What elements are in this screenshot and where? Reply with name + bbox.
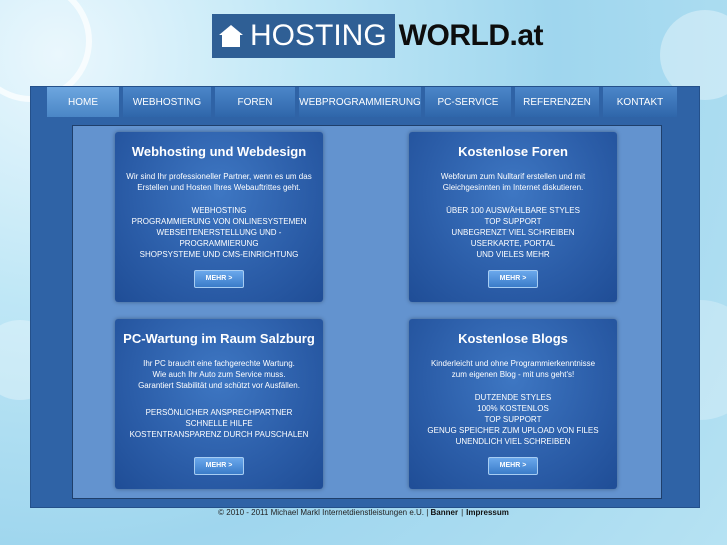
- box-title: Kostenlose Foren: [458, 144, 568, 159]
- mehr-button-webhosting[interactable]: MEHR >: [194, 270, 244, 288]
- feature-line: KOSTENTRANSPARENZ DURCH PAUSCHALEN: [129, 430, 309, 439]
- feature-line: SHOPSYSTEME UND CMS-EINRICHTUNG: [139, 250, 299, 259]
- box-title: PC-Wartung im Raum Salzburg: [123, 331, 315, 346]
- box-features: DUTZENDE STYLES 100% KOSTENLOS TOP SUPPO…: [413, 392, 613, 447]
- service-box-foren: Kostenlose Foren Webforum zum Nulltarif …: [409, 132, 617, 302]
- footer-copyright: © 2010 - 2011 Michael Markl Internetdien…: [218, 508, 429, 517]
- desc-line: Ihr PC braucht eine fachgerechte Wartung…: [143, 359, 295, 368]
- logo-left-text: HOSTING: [250, 19, 387, 52]
- nav-item-home[interactable]: HOME: [47, 87, 119, 117]
- feature-line: UNENDLICH VIEL SCHREIBEN: [455, 437, 571, 446]
- content-area: Webhosting und Webdesign Wir sind Ihr pr…: [72, 125, 662, 499]
- logo-world: WORLD .at: [395, 14, 544, 58]
- box-features: ÜBER 100 AUSWÄHLBARE STYLES TOP SUPPORT …: [413, 205, 613, 260]
- box-description: Ihr PC braucht eine fachgerechte Wartung…: [121, 358, 317, 391]
- service-box-pc-wartung: PC-Wartung im Raum Salzburg Ihr PC brauc…: [115, 319, 323, 489]
- nav-item-webprogrammierung[interactable]: WEBPROGRAMMIERUNG: [299, 87, 421, 117]
- mehr-button-pc-wartung[interactable]: MEHR >: [194, 457, 244, 475]
- logo-hosting: HOSTING: [212, 14, 395, 58]
- box-description: Webforum zum Nulltarif erstellen und mit…: [415, 171, 611, 193]
- feature-line: WEBHOSTING: [191, 206, 247, 215]
- feature-line: PROGRAMMIERUNG VON ONLINESYSTEMEN: [131, 217, 307, 226]
- feature-line: UNBEGRENZT VIEL SCHREIBEN: [451, 228, 575, 237]
- desc-line: Gleichgesinnten im Internet diskutieren.: [442, 183, 584, 192]
- feature-line: PERSÖNLICHER ANSPRECHPARTNER: [145, 408, 293, 417]
- logo-right-text: WORLD: [398, 19, 510, 52]
- box-description: Kinderleicht und ohne Programmierkenntni…: [415, 358, 611, 380]
- feature-line: DUTZENDE STYLES: [474, 393, 552, 402]
- footer-separator: |: [461, 508, 464, 517]
- feature-line: TOP SUPPORT: [484, 415, 542, 424]
- service-box-webhosting: Webhosting und Webdesign Wir sind Ihr pr…: [115, 132, 323, 302]
- box-title: Webhosting und Webdesign: [131, 144, 307, 159]
- nav-item-referenzen[interactable]: REFERENZEN: [515, 87, 599, 117]
- desc-line: Webforum zum Nulltarif erstellen und mit: [440, 172, 586, 181]
- desc-line: zum eigenen Blog - mit uns geht's!: [451, 370, 575, 379]
- site-logo[interactable]: HOSTING WORLD .at: [212, 14, 543, 58]
- feature-line: 100% KOSTENLOS: [477, 404, 549, 413]
- main-nav: HOME WEBHOSTING FOREN WEBPROGRAMMIERUNG …: [47, 87, 681, 117]
- feature-line: USERKARTE, PORTAL: [470, 239, 556, 248]
- nav-item-webhosting[interactable]: WEBHOSTING: [123, 87, 211, 117]
- desc-line: Wir sind Ihr professioneller Partner, we…: [126, 172, 312, 181]
- footer: © 2010 - 2011 Michael Markl Internetdien…: [0, 506, 727, 520]
- logo-suffix: .at: [509, 19, 543, 52]
- nav-item-pc-service[interactable]: PC-SERVICE: [425, 87, 511, 117]
- box-title: Kostenlose Blogs: [458, 331, 568, 346]
- desc-line: Kinderleicht und ohne Programmierkenntni…: [430, 359, 596, 368]
- feature-line: GENUG SPEICHER ZUM UPLOAD VON FILES: [427, 426, 599, 435]
- footer-link-impressum[interactable]: Impressum: [466, 508, 509, 517]
- feature-line: UND VIELES MEHR: [476, 250, 550, 259]
- nav-item-foren[interactable]: FOREN: [215, 87, 295, 117]
- feature-line: WEBSEITENERSTELLUNG UND -PROGRAMMIERUNG: [156, 228, 282, 248]
- mehr-button-blogs[interactable]: MEHR >: [488, 457, 538, 475]
- desc-line: Wie auch Ihr Auto zum Service muss.: [152, 370, 286, 379]
- nav-item-kontakt[interactable]: KONTAKT: [603, 87, 677, 117]
- main-panel: HOME WEBHOSTING FOREN WEBPROGRAMMIERUNG …: [30, 86, 700, 508]
- house-icon: [219, 25, 243, 47]
- feature-line: ÜBER 100 AUSWÄHLBARE STYLES: [446, 206, 580, 215]
- box-features: WEBHOSTING PROGRAMMIERUNG VON ONLINESYST…: [119, 205, 319, 260]
- box-features: PERSÖNLICHER ANSPRECHPARTNER SCHNELLE HI…: [119, 407, 319, 440]
- box-description: Wir sind Ihr professioneller Partner, we…: [121, 171, 317, 193]
- feature-line: TOP SUPPORT: [484, 217, 542, 226]
- feature-line: SCHNELLE HILFE: [185, 419, 253, 428]
- service-box-blogs: Kostenlose Blogs Kinderleicht und ohne P…: [409, 319, 617, 489]
- desc-line: Erstellen und Hosten Ihres Webauftrittes…: [137, 183, 301, 192]
- mehr-button-foren[interactable]: MEHR >: [488, 270, 538, 288]
- footer-link-banner[interactable]: Banner: [431, 508, 459, 517]
- desc-line: Garantiert Stabilität und schützt vor Au…: [138, 381, 300, 390]
